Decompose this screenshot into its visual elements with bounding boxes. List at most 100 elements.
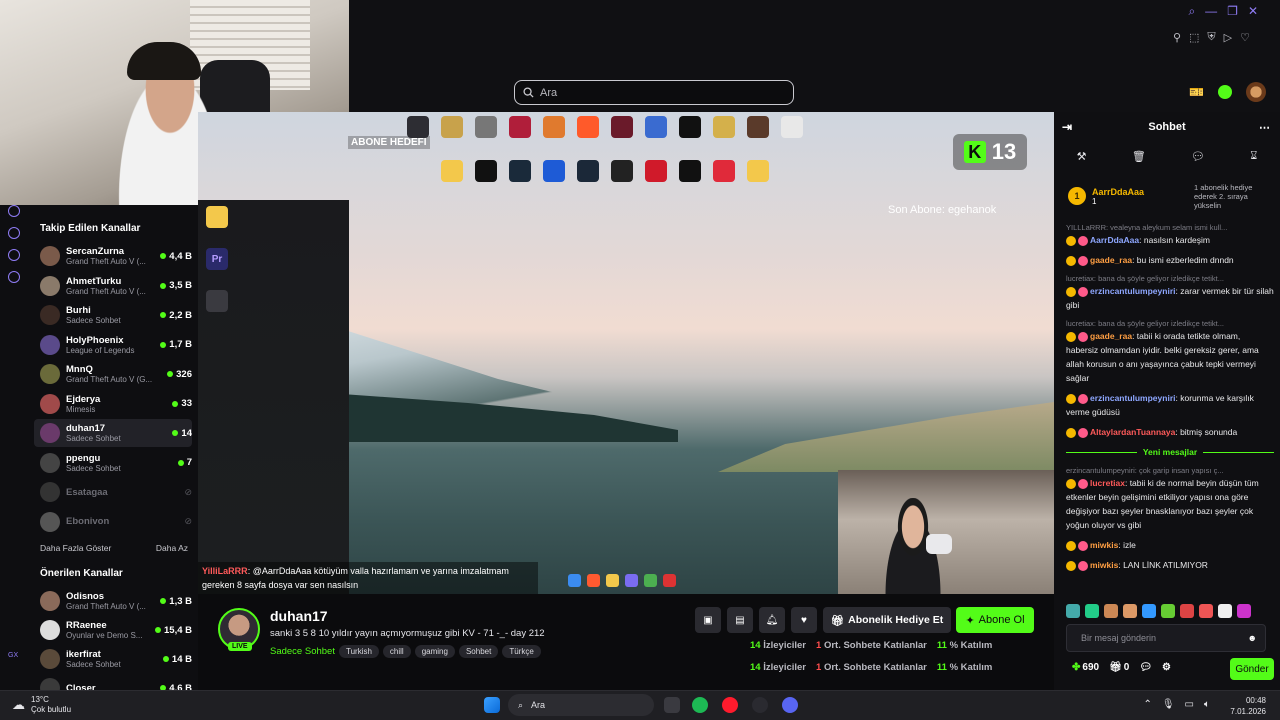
emote-icon[interactable] [1123,604,1137,618]
stream-tag[interactable]: chill [382,645,411,658]
participation-label: % Katılım [949,640,993,651]
recommended-channel[interactable]: ikerfirat Sadece Sohbet 14 B [34,645,192,673]
heart-icon[interactable]: ♡ [1240,31,1250,44]
clip-button[interactable]: ▤ [727,607,753,633]
volume-icon[interactable]: 🔈︎ [1204,699,1210,710]
sidebar-channel[interactable]: Esatagaa ⊘ [34,478,192,506]
sidebar-channel[interactable]: Ebonivon ⊘ [34,508,192,536]
pin-icon[interactable]: ⚲ [1173,31,1181,44]
recommended-channel[interactable]: RRaenee Oyunlar ve Demo S... 15,4 B [34,616,192,644]
category-link[interactable]: Sadece Sohbet [270,646,335,657]
sidebar-channel[interactable]: MnnQ Grand Theft Auto V (G... 326 [34,360,192,388]
chat-username[interactable]: erzincantulumpeyniri [1090,393,1176,403]
emote-icon[interactable] [1218,604,1232,618]
steam-taskbar-icon[interactable] [752,697,768,713]
collapse-chat-icon[interactable]: ⇥ [1062,120,1072,134]
live-dot [160,598,167,604]
hourglass-icon[interactable]: ⌛︎ [1250,150,1257,163]
emote-icon[interactable] [1161,604,1175,618]
streamer-name[interactable]: duhan17 [270,608,328,624]
emote-icon[interactable] [1066,604,1080,618]
chat-bubble-icon[interactable]: 💬︎ [1191,150,1205,163]
play-icon[interactable]: ▷ [1224,31,1232,44]
discord-icon[interactable] [8,249,20,261]
sidebar-channel[interactable]: Burhi Sadece Sohbet 2,2 B [34,301,192,329]
desktop-icon [543,116,565,138]
chat-username[interactable]: AarrDdaAaa [1090,235,1139,245]
user-avatar[interactable] [1246,82,1266,102]
stream-tag[interactable]: Türkçe [502,645,541,658]
chat-username[interactable]: gaade_raa [1090,331,1132,341]
sub-badge-icon [1066,235,1076,246]
chat-username[interactable]: erzincantulumpeyniri [1090,286,1176,296]
discord-taskbar-icon[interactable] [782,697,798,713]
weather-widget[interactable]: ☁ 13°C Çok bulutlu [12,695,71,715]
monitor-icon[interactable]: ▭ [1185,699,1194,710]
task-view-icon[interactable] [664,697,680,713]
chat-username[interactable]: gaade_raa [1090,255,1132,265]
close-icon[interactable]: ✕ [1248,4,1258,19]
sidebar-channel[interactable]: ppengu Sadece Sohbet 7 [34,449,192,477]
sidebar-channel[interactable]: Ejderya Mimesis 33 [34,390,192,418]
mic-icon[interactable]: 🎙︎ [1162,699,1175,710]
chat-username[interactable]: AltaylardanTuannaya [1090,427,1175,437]
overlay-chat-user: YilliLaRRR [202,566,248,576]
show-more-link[interactable]: Daha Fazla Göster [40,543,111,553]
chat-username[interactable]: miwkis [1090,560,1118,570]
chevron-up-icon[interactable]: ⌃ [1143,699,1151,710]
notification-bell-button[interactable]: 🔔︎ [759,607,785,633]
stream-tag[interactable]: gaming [414,645,455,658]
shore-scene [718,402,1054,472]
history-icon[interactable] [8,227,20,239]
webcam-bottom-right [838,470,1054,594]
ticket-icon[interactable]: 🎫 [1189,85,1204,99]
sidebar-channel[interactable]: duhan17 Sadece Sohbet 14 [34,419,192,447]
emote-icon[interactable] [1199,604,1213,618]
more-options-icon[interactable]: ⋯ [1259,121,1270,134]
search-bar[interactable]: Ara [514,80,794,105]
taskbar-search[interactable]: ⌕ Ara [508,694,654,716]
stream-tag[interactable]: Sohbet [458,645,499,658]
channel-avatar [40,246,60,266]
follow-heart-button[interactable]: ♥ [791,607,817,633]
emote-icon[interactable] [1142,604,1156,618]
chat-input[interactable]: Bir mesaj gönderin ☻ [1066,624,1266,652]
send-button[interactable]: Gönder [1230,658,1274,680]
emote-icon[interactable] [1085,604,1099,618]
sidebar-channel[interactable]: AhmetTurku Grand Theft Auto V (... 3,5 B [34,272,192,300]
trash-icon[interactable]: 🗑︎ [1132,150,1146,163]
emote-icon[interactable] [1237,604,1251,618]
emote-icon[interactable] [1104,604,1118,618]
gx-icon[interactable]: GX [8,652,18,659]
emoji-icon[interactable]: ☻ [1248,633,1257,643]
temperature: 13°C [31,695,49,704]
spotify-icon[interactable] [692,697,708,713]
settings-icon[interactable] [8,271,20,283]
chat-settings-icon[interactable]: 💬︎ [1139,662,1152,673]
recommended-channel[interactable]: Odisnos Grand Theft Auto V (... 1,3 B [34,587,192,615]
sub-badge-icon [1066,331,1076,342]
show-less-link[interactable]: Daha Az [156,543,188,553]
clock[interactable]: 00:48 7.01.2026 [1230,695,1266,717]
chat-username[interactable]: miwkis [1090,540,1118,550]
theater-mode-button[interactable]: ▣ [695,607,721,633]
restore-icon[interactable]: ❐ [1227,4,1238,19]
gear-icon[interactable]: ⚙ [1162,662,1171,673]
sidebar-channel[interactable]: HolyPhoenix League of Legends 1,7 B [34,331,192,359]
start-icon[interactable] [484,697,500,713]
emote-icon[interactable] [1180,604,1194,618]
shield-icon[interactable]: ⛨ [1207,31,1215,44]
minimize-icon[interactable]: — [1205,4,1217,19]
crop-icon[interactable]: ⬚ [1189,31,1199,44]
gift-subscription-button[interactable]: 🎁︎ Abonelik Hediye Et [823,607,951,633]
stream-tag[interactable]: Turkish [338,645,379,658]
chat-username[interactable]: lucretiax [1090,478,1125,488]
compass-icon[interactable] [8,205,20,217]
sidebar-channel[interactable]: SercanZurna Grand Theft Auto V (... 4,4 … [34,242,192,270]
kick-coin-icon[interactable] [1218,85,1232,99]
hammer-icon[interactable]: ⚒ [1077,150,1087,163]
search-icon[interactable]: ⌕ [1188,4,1195,19]
subscribe-button[interactable]: ✦ Abone Ol [956,607,1034,633]
opera-gx-icon[interactable] [722,697,738,713]
new-messages-divider: Yeni mesajlar [1066,445,1274,459]
